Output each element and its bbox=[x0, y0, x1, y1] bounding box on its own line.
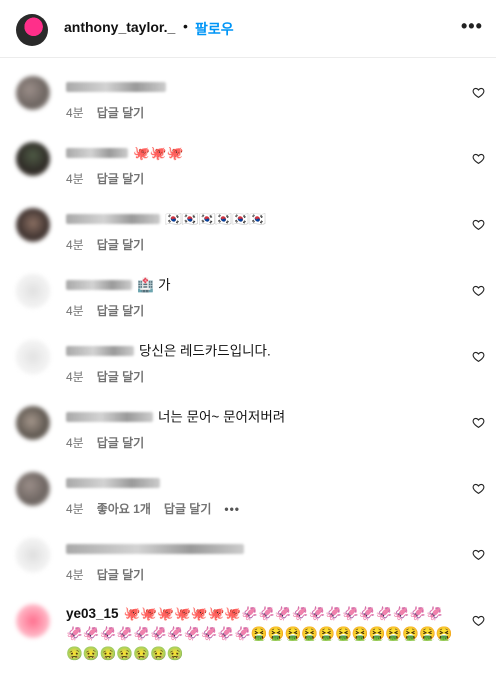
heart-icon[interactable] bbox=[472, 614, 485, 627]
comment-meta: 4분 답글 달기 bbox=[66, 434, 157, 451]
heart-icon[interactable] bbox=[472, 284, 485, 297]
commenter-avatar[interactable] bbox=[16, 406, 50, 440]
comment-item: 4분 답글 달기 bbox=[0, 538, 496, 604]
reply-button[interactable]: 답글 달기 bbox=[164, 502, 212, 516]
comment-text: 🇰🇷🇰🇷🇰🇷🇰🇷🇰🇷🇰🇷 bbox=[165, 211, 266, 228]
reply-button[interactable]: 답글 달기 bbox=[97, 172, 145, 186]
reply-button[interactable]: 답글 달기 bbox=[97, 106, 145, 120]
more-options-icon[interactable]: ••• bbox=[461, 16, 483, 37]
comment-item: 🇰🇷🇰🇷🇰🇷🇰🇷🇰🇷🇰🇷 4분 답글 달기 bbox=[0, 208, 496, 274]
comment-more-icon[interactable]: ••• bbox=[224, 502, 240, 516]
comment-item: 4분 답글 달기 bbox=[0, 76, 496, 142]
comment-line bbox=[66, 540, 466, 558]
heart-icon[interactable] bbox=[472, 350, 485, 363]
heart-icon[interactable] bbox=[472, 548, 485, 561]
reply-button[interactable]: 답글 달기 bbox=[97, 370, 145, 384]
blurred-username[interactable] bbox=[66, 280, 132, 291]
comment-line: 너는 문어~ 문어저버려 bbox=[66, 408, 466, 426]
heart-icon[interactable] bbox=[472, 218, 485, 231]
scroll-fade bbox=[0, 660, 496, 674]
follow-button[interactable]: 팔로우 bbox=[195, 19, 234, 39]
comment-text: 너는 문어~ 문어저버려 bbox=[158, 409, 286, 425]
comment-time: 4분 bbox=[66, 436, 84, 450]
heart-icon[interactable] bbox=[472, 86, 485, 99]
header-separator: • bbox=[183, 18, 188, 34]
comment-text: 🐙🐙🐙🐙🐙🐙🐙🦑🦑🦑🦑🦑🦑🦑🦑🦑🦑🦑🦑🦑🦑🦑🦑🦑🦑🦑🦑🦑🦑🦑🤮🤮🤮🤮🤮🤮🤮🤮🤮🤮… bbox=[66, 606, 453, 662]
comment-text: 당신은 레드카드입니다. bbox=[139, 343, 271, 359]
reply-button[interactable]: 답글 달기 bbox=[97, 436, 145, 450]
blurred-username[interactable] bbox=[66, 478, 160, 489]
comment-meta: 4분 답글 달기 bbox=[66, 170, 157, 187]
likes-count[interactable]: 좋아요 1개 bbox=[97, 502, 151, 516]
reply-button[interactable]: 답글 달기 bbox=[97, 304, 145, 318]
commenter-avatar[interactable] bbox=[16, 538, 50, 572]
comment-time: 4분 bbox=[66, 106, 84, 120]
blurred-username[interactable] bbox=[66, 544, 244, 555]
comment-line: 🐙🐙🐙 bbox=[66, 144, 466, 162]
comment-line bbox=[66, 474, 466, 492]
heart-icon[interactable] bbox=[472, 416, 485, 429]
comment-line: 🇰🇷🇰🇷🇰🇷🇰🇷🇰🇷🇰🇷 bbox=[66, 210, 466, 228]
comment-meta: 4분 답글 달기 bbox=[66, 368, 157, 385]
comment-text: 🏥 가 bbox=[137, 277, 171, 294]
comment-meta: 4분 좋아요 1개 답글 달기 ••• bbox=[66, 500, 253, 517]
comment-item: 🏥 가 4분 답글 달기 bbox=[0, 274, 496, 340]
blurred-username[interactable] bbox=[66, 214, 160, 225]
comment-time: 4분 bbox=[66, 172, 84, 186]
comment-text: 🐙🐙🐙 bbox=[133, 145, 184, 162]
blurred-username[interactable] bbox=[66, 148, 128, 159]
commenter-avatar[interactable] bbox=[16, 76, 50, 110]
comment-line: 당신은 레드카드입니다. bbox=[66, 342, 466, 360]
commenter-username[interactable]: ye03_15 bbox=[66, 606, 119, 621]
comment-line: 🏥 가 bbox=[66, 276, 466, 294]
post-header: anthony_taylor._ • 팔로우 ••• bbox=[0, 0, 496, 58]
comment-meta: 4분 답글 달기 bbox=[66, 566, 157, 583]
reply-button[interactable]: 답글 달기 bbox=[97, 568, 145, 582]
commenter-avatar[interactable] bbox=[16, 340, 50, 374]
comment-time: 4분 bbox=[66, 238, 84, 252]
blurred-username[interactable] bbox=[66, 82, 166, 93]
comment-meta: 4분 답글 달기 bbox=[66, 104, 157, 121]
comment-meta: 4분 답글 달기 bbox=[66, 236, 157, 253]
blurred-username[interactable] bbox=[66, 346, 134, 357]
commenter-avatar[interactable] bbox=[16, 604, 50, 638]
author-username[interactable]: anthony_taylor._ bbox=[64, 19, 175, 35]
reply-button[interactable]: 답글 달기 bbox=[97, 238, 145, 252]
commenter-avatar[interactable] bbox=[16, 142, 50, 176]
commenter-avatar[interactable] bbox=[16, 274, 50, 308]
heart-icon[interactable] bbox=[472, 482, 485, 495]
comment-line: ye03_15 🐙🐙🐙🐙🐙🐙🐙🦑🦑🦑🦑🦑🦑🦑🦑🦑🦑🦑🦑🦑🦑🦑🦑🦑🦑🦑🦑🦑🦑🦑🤮🤮🤮… bbox=[66, 604, 456, 664]
comment-item: 🐙🐙🐙 4분 답글 달기 bbox=[0, 142, 496, 208]
comment-time: 4분 bbox=[66, 370, 84, 384]
comment-item: 당신은 레드카드입니다. 4분 답글 달기 bbox=[0, 340, 496, 406]
comment-meta: 4분 답글 달기 bbox=[66, 302, 157, 319]
comment-item: 너는 문어~ 문어저버려 4분 답글 달기 bbox=[0, 406, 496, 472]
comment-time: 4분 bbox=[66, 502, 84, 516]
comment-item: 4분 좋아요 1개 답글 달기 ••• bbox=[0, 472, 496, 538]
commenter-avatar[interactable] bbox=[16, 472, 50, 506]
comment-time: 4분 bbox=[66, 568, 84, 582]
author-avatar[interactable] bbox=[16, 14, 48, 46]
commenter-avatar[interactable] bbox=[16, 208, 50, 242]
comment-line bbox=[66, 78, 466, 96]
blurred-username[interactable] bbox=[66, 412, 153, 423]
comment-time: 4분 bbox=[66, 304, 84, 318]
heart-icon[interactable] bbox=[472, 152, 485, 165]
